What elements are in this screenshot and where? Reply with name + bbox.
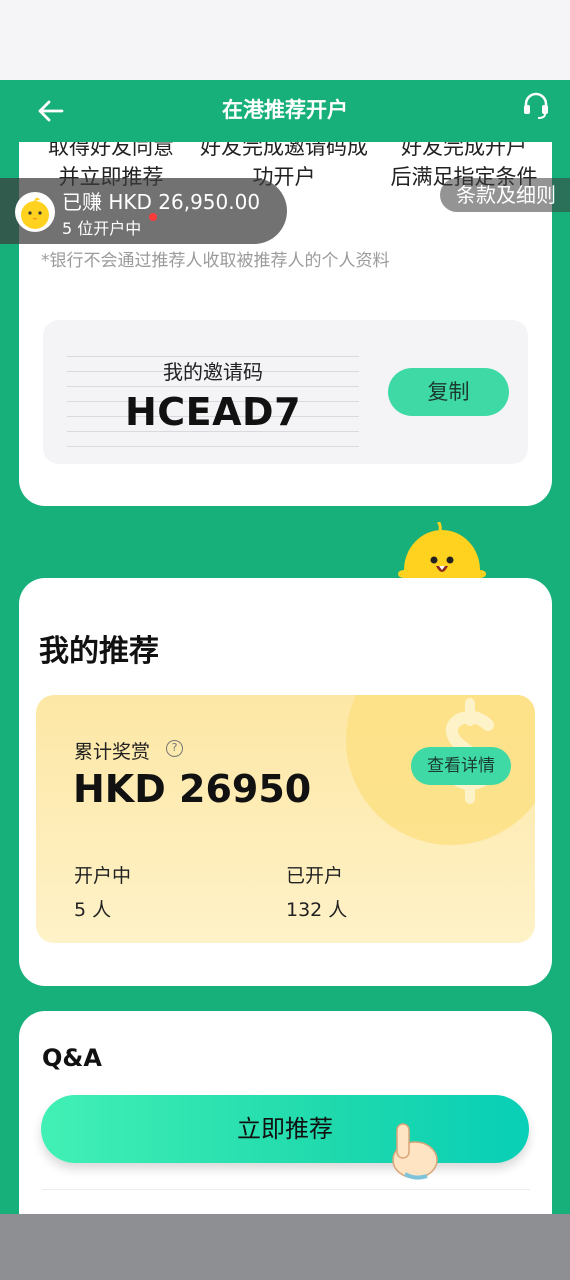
step-2-line1: 好友完成邀请码成 — [200, 142, 368, 159]
reward-label: 累计奖赏 — [74, 741, 151, 763]
question-icon[interactable]: ? — [166, 740, 183, 757]
copy-button[interactable]: 复制 — [388, 368, 509, 416]
bottom-navigation-bar — [0, 1214, 570, 1280]
chick-mascot-icon — [396, 520, 488, 610]
disclaimer-text: *银行不会通过推荐人收取被推荐人的个人资料 — [41, 251, 390, 271]
section-title: 我的推荐 — [39, 634, 159, 669]
my-referrals-card: 我的推荐 累计奖赏 ? HKD 26950 查看详情 开户中 5 人 已开户 1… — [19, 578, 552, 986]
reward-amount: HKD 26950 — [73, 767, 312, 811]
invite-code-box: 我的邀请码 HCEAD7 复制 — [43, 320, 528, 464]
notification-dot — [149, 213, 157, 221]
view-details-button[interactable]: 查看详情 — [411, 747, 511, 785]
status-bar — [0, 0, 570, 80]
invite-code-label: 我的邀请码 — [163, 360, 263, 384]
reward-panel: 累计奖赏 ? HKD 26950 查看详情 开户中 5 人 已开户 132 人 — [36, 695, 535, 943]
header: 在港推荐开户 — [0, 80, 570, 142]
opened-value: 132 人 — [286, 899, 348, 921]
page-title: 在港推荐开户 — [222, 98, 348, 122]
qa-card: Q&A 立即推荐 — [19, 1011, 552, 1214]
headset-icon[interactable] — [520, 90, 552, 122]
toast-amount: 已赚 HKD 26,950.00 — [62, 190, 261, 214]
divider — [42, 1189, 530, 1190]
step-3-line1: 好友完成开户 — [401, 142, 527, 159]
pending-value: 5 人 — [74, 899, 112, 921]
qa-title: Q&A — [42, 1044, 102, 1072]
pointing-hand-icon — [375, 1122, 441, 1182]
chick-avatar-icon — [15, 192, 55, 232]
recommend-now-button[interactable]: 立即推荐 — [41, 1095, 529, 1163]
pending-label: 开户中 — [74, 865, 132, 887]
earnings-toast[interactable]: 已赚 HKD 26,950.00 5 位开户中 — [0, 178, 287, 244]
opened-label: 已开户 — [286, 865, 344, 887]
step-1-line1: 取得好友同意 — [48, 142, 174, 159]
terms-link[interactable]: 条款及细则 — [440, 178, 570, 212]
toast-count: 5 位开户中 — [62, 219, 142, 238]
invite-code-value: HCEAD7 — [124, 390, 302, 434]
